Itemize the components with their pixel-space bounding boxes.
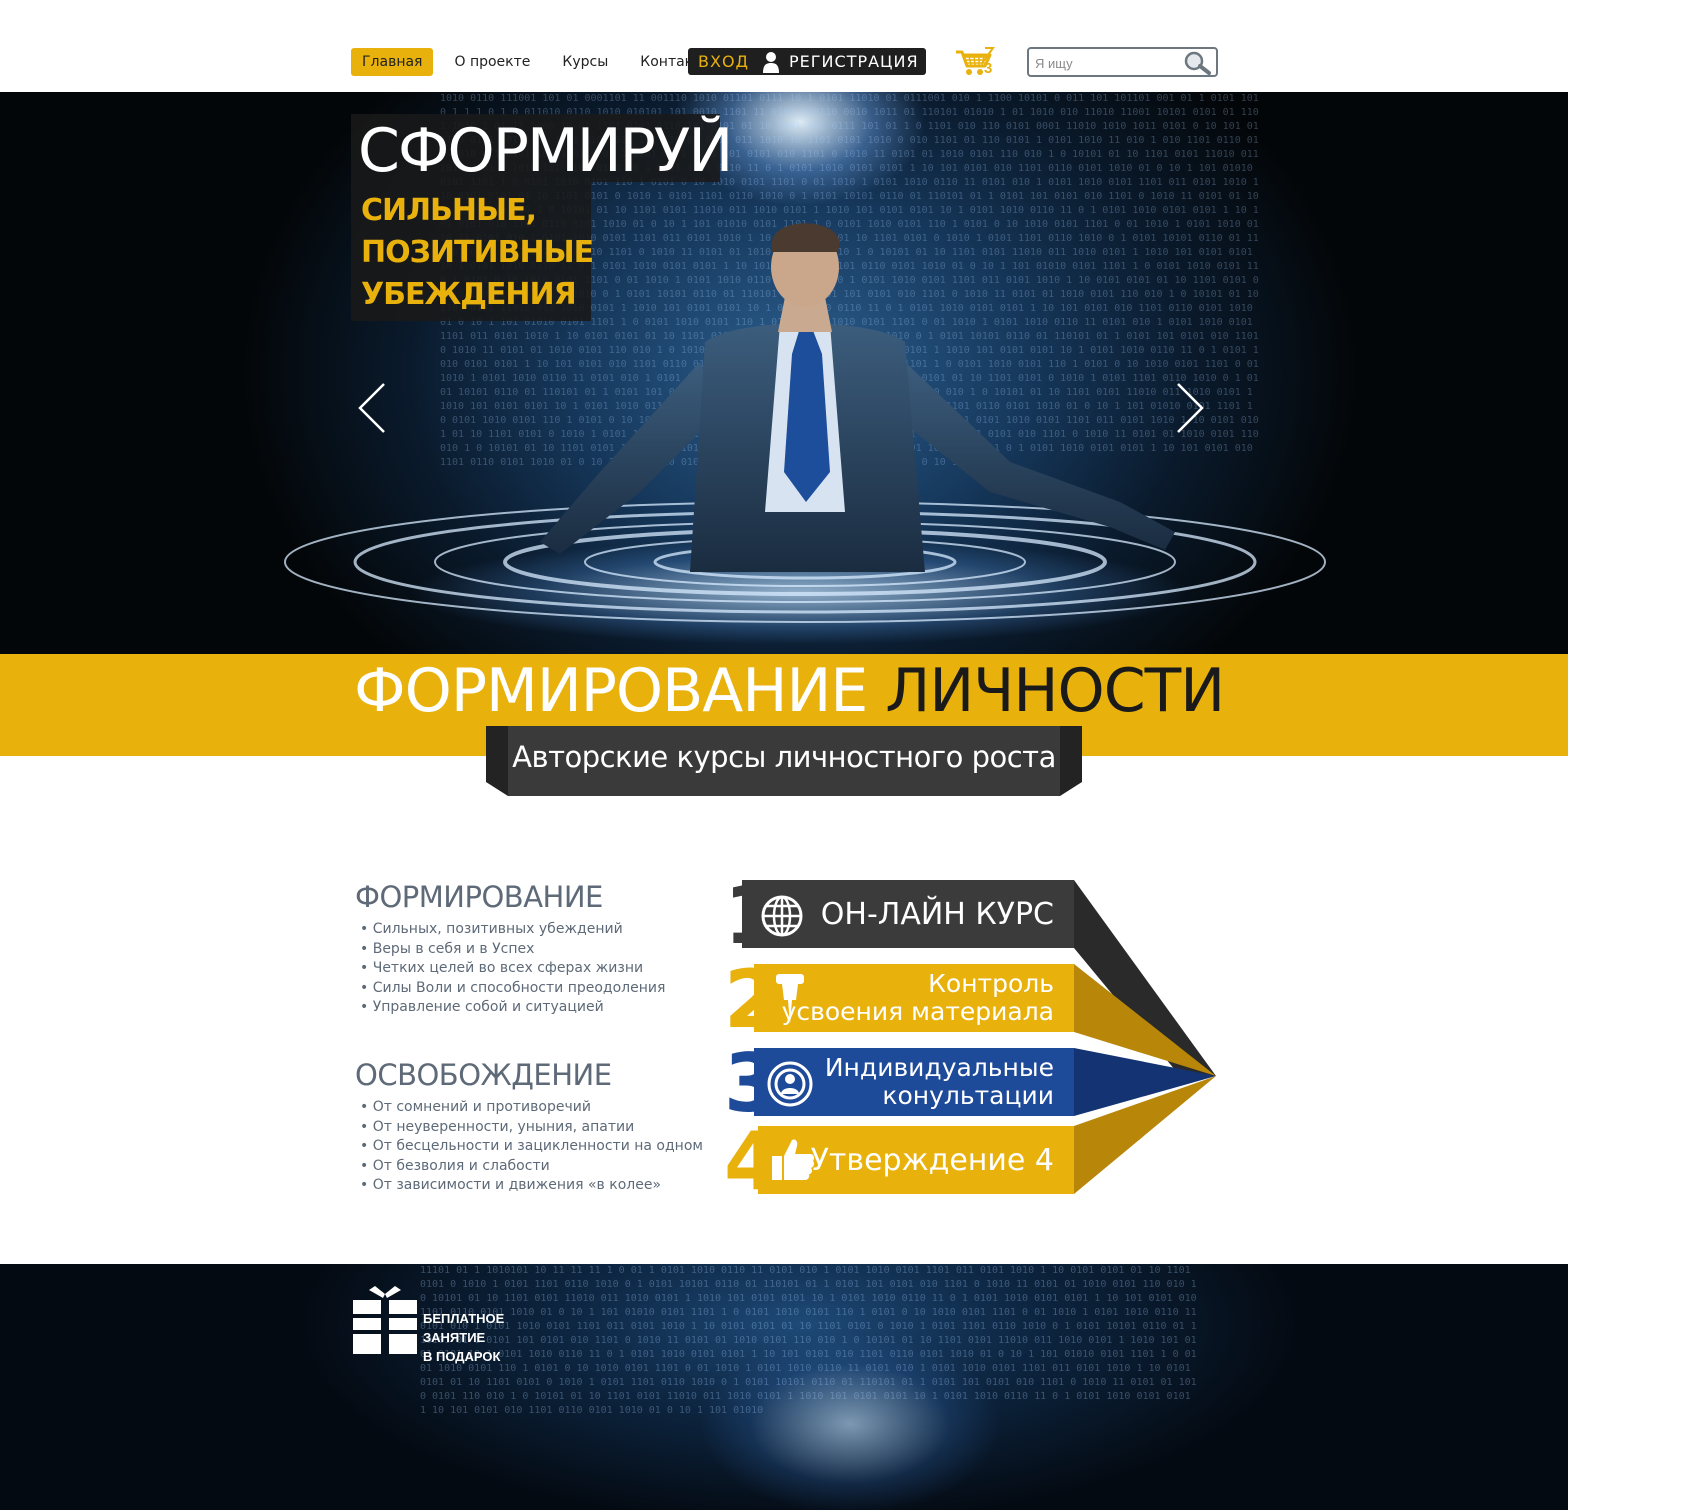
list-item: Управление собой и ситуацией (360, 998, 665, 1018)
list-item: Веры в себя и в Успех (360, 940, 665, 960)
course-steps: 1 2 3 4 ОН-ЛАЙН КУРС Контроль усвоения м… (720, 876, 1220, 1202)
slider-next-button[interactable] (1175, 382, 1205, 434)
liberation-list: От сомнений и противоречий От неуверенно… (360, 1098, 703, 1196)
list-item: От бесцельности и зацикленности на одном (360, 1137, 703, 1157)
footer-background-pattern: 11101 01 1 1010101 10 11 11 11 1 0 01 1 … (420, 1265, 1197, 1416)
globe-icon (761, 895, 803, 937)
list-item: Сильных, позитивных убеждений (360, 920, 665, 940)
hero-subtitle: СИЛЬНЫЕ, ПОЗИТИВНЫЕ УБЕЖДЕНИЯ (361, 190, 594, 316)
chevron-left-icon (358, 383, 385, 433)
chevron-right-icon (1177, 383, 1204, 433)
site-footer: 11101 01 1 1010101 10 11 11 11 1 0 01 1 … (0, 1264, 1568, 1510)
gift-icon (353, 1286, 417, 1354)
formation-list: Сильных, позитивных убеждений Веры в себ… (360, 920, 666, 1018)
step-label-line: Контроль (928, 969, 1054, 998)
search-box (1027, 47, 1218, 77)
list-item: Силы Воли и способности преодоления (360, 979, 666, 999)
thumbs-up-icon (772, 1139, 815, 1180)
headline-title-white: ФОРМИРОВАНИЕ (354, 656, 868, 726)
list-item: Четких целей во всех сферах жизни (360, 959, 665, 979)
gift-text-line: БЕПЛАТНОЕ (423, 1311, 505, 1326)
step-label: Контроль усвоения материала (782, 970, 1054, 1026)
step-number: 2 (724, 953, 780, 1046)
gift-button[interactable] (353, 1284, 417, 1360)
list-item: От неуверенности, уныния, апатии (360, 1118, 703, 1138)
formation-title: ФОРМИРОВАНИЕ (355, 880, 603, 914)
login-link[interactable]: ВХОД (688, 52, 749, 71)
headline-title-dark: ЛИЧНОСТИ (885, 656, 1225, 726)
headline-title: ФОРМИРОВАНИЕ ЛИЧНОСТИ (354, 656, 1225, 726)
hero-slider: 1010 0110 111001 101 01 0001101 11 00111… (0, 92, 1568, 654)
hero-title: СФОРМИРУЙ (358, 116, 733, 186)
step-label: Индивидуальные конультации (825, 1054, 1054, 1110)
businessman-illustration (540, 223, 1175, 572)
step-label-line: ОН-ЛАЙН КУРС (820, 897, 1054, 932)
list-item: От безволия и слабости (360, 1157, 703, 1177)
step-label: ОН-ЛАЙН КУРС (821, 898, 1054, 932)
step-label-line: усвоения материала (781, 997, 1054, 1026)
search-icon[interactable] (1184, 51, 1212, 75)
step-label: Утверждение 4 (811, 1144, 1054, 1178)
slider-prev-button[interactable] (357, 382, 387, 434)
register-link[interactable]: РЕГИСТРАЦИЯ (789, 52, 919, 71)
step-label-line: Утверждение 4 (810, 1143, 1054, 1178)
liberation-title: ОСВОБОЖДЕНИЕ (355, 1058, 612, 1092)
ribbon-text: Авторские курсы личностного роста (512, 740, 1056, 774)
main-nav: Главная О проекте Курсы Контакты (351, 48, 723, 76)
nav-item-about[interactable]: О проекте (443, 48, 541, 76)
list-item: От зависимости и движения «в колее» (360, 1176, 703, 1196)
user-icon (763, 51, 780, 73)
search-input[interactable] (1035, 53, 1185, 73)
gift-text: БЕПЛАТНОЕ ЗАНЯТИЕ В ПОДАРОК (423, 1309, 504, 1366)
consultant-icon (767, 1061, 813, 1107)
gift-text-line: В ПОДАРОК (423, 1349, 501, 1364)
site-header: Главная О проекте Курсы Контакты ВХОД РЕ… (0, 0, 1568, 92)
nav-item-home[interactable]: Главная (351, 48, 434, 76)
auth-bar: ВХОД РЕГИСТРАЦИЯ (688, 48, 926, 75)
step-label-line: конультации (882, 1081, 1054, 1110)
gift-text-line: ЗАНЯТИЕ (423, 1330, 486, 1345)
cart-count: 3 (984, 60, 993, 77)
cart-button[interactable]: 3 (955, 46, 995, 78)
nav-item-courses[interactable]: Курсы (551, 48, 619, 76)
step-label-line: Индивидуальные (824, 1053, 1054, 1082)
list-item: От сомнений и противоречий (360, 1098, 703, 1118)
hero-subtitle-line: ПОЗИТИВНЫЕ (361, 235, 594, 270)
hero-subtitle-line: УБЕЖДЕНИЯ (361, 277, 577, 312)
hero-subtitle-line: СИЛЬНЫЕ, (361, 193, 537, 228)
